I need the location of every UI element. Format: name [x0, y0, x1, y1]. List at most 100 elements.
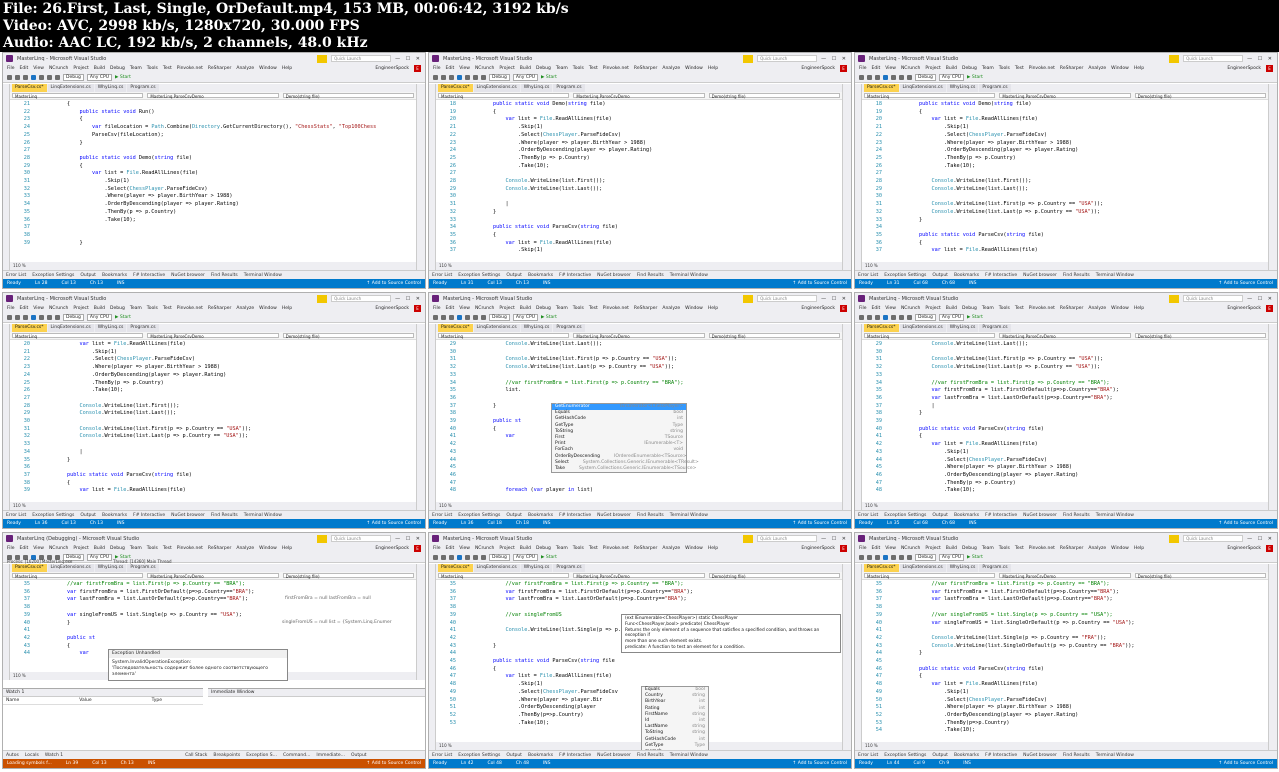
menu-item[interactable]: NCrunch — [49, 66, 68, 71]
right-tool-rail[interactable] — [416, 564, 425, 680]
forward-icon[interactable] — [15, 75, 20, 80]
menu-item[interactable]: Edit — [446, 306, 455, 311]
nav-dropdown[interactable]: MasterLinq — [864, 93, 996, 99]
save-icon[interactable] — [457, 75, 462, 80]
new-file-icon[interactable] — [875, 315, 880, 320]
menu-item[interactable]: Project — [499, 546, 514, 551]
tab-3[interactable]: Program.cs — [127, 564, 159, 572]
menu-item[interactable]: Test — [1015, 66, 1024, 71]
bottom-tab[interactable]: Output — [80, 513, 96, 518]
menu-item[interactable]: Analyze — [1088, 306, 1106, 311]
code-area[interactable]: 18 public static void Demo(string file) 1… — [436, 101, 842, 262]
menu-item[interactable]: Analyze — [236, 66, 254, 71]
zoom-level[interactable]: 110 % — [436, 742, 842, 750]
account-badge[interactable]: E — [414, 65, 421, 72]
gutter[interactable] — [462, 193, 468, 201]
zoom-level[interactable]: 110 % — [862, 262, 1268, 270]
menu-item[interactable]: Window — [685, 306, 703, 311]
menu-item[interactable]: Tools — [999, 66, 1010, 71]
menu-item[interactable]: File — [859, 66, 867, 71]
config-dropdown[interactable]: Debug — [915, 74, 936, 81]
right-tool-rail[interactable] — [1268, 84, 1277, 270]
menu-item[interactable]: Window — [1111, 66, 1129, 71]
completion-item[interactable]: Take System.Collections.Generic.IEnumerab… — [552, 466, 696, 472]
platform-dropdown[interactable]: Any CPU — [512, 554, 538, 561]
menu-item[interactable]: Edit — [872, 66, 881, 71]
save-icon[interactable] — [883, 75, 888, 80]
platform-dropdown[interactable]: Any CPU — [86, 554, 112, 561]
menu-item[interactable]: Test — [163, 66, 172, 71]
start-button[interactable]: ▶ Start — [541, 555, 557, 560]
platform-dropdown[interactable]: Any CPU — [86, 74, 112, 81]
menu-item[interactable]: Build — [946, 546, 957, 551]
menu-item[interactable]: Analyze — [662, 66, 680, 71]
left-tool-rail[interactable] — [855, 564, 862, 750]
bottom-tab[interactable]: Call Stack — [185, 753, 207, 758]
menu-item[interactable]: Team — [130, 306, 142, 311]
save-all-icon[interactable] — [465, 555, 470, 560]
bottom-tab[interactable]: Output — [932, 513, 948, 518]
gutter[interactable] — [462, 620, 468, 628]
bottom-tab[interactable]: Autos — [6, 753, 19, 758]
account-badge[interactable]: E — [840, 65, 847, 72]
gutter[interactable] — [888, 658, 894, 666]
menu-item[interactable]: Tools — [573, 546, 584, 551]
menu-item[interactable]: Pinvoke.net — [177, 546, 203, 551]
menu-item[interactable]: Tools — [147, 306, 158, 311]
redo-icon[interactable] — [907, 555, 912, 560]
tab-0[interactable]: ParseCsv.cs* — [12, 324, 47, 332]
menu-item[interactable]: Debug — [536, 546, 551, 551]
tab-1[interactable]: LinqExtensions.cs — [47, 84, 94, 92]
bottom-tab[interactable]: Exception Settings — [884, 273, 926, 278]
right-tool-rail[interactable] — [842, 84, 851, 270]
gutter[interactable] — [888, 349, 894, 357]
gutter[interactable] — [36, 232, 42, 240]
menu-item[interactable]: Test — [163, 306, 172, 311]
bottom-tab[interactable]: Find Results — [1063, 273, 1090, 278]
save-all-icon[interactable] — [891, 75, 896, 80]
tab-0[interactable]: ParseCsv.cs* — [864, 324, 899, 332]
config-dropdown[interactable]: Debug — [489, 554, 510, 561]
menu-item[interactable]: Tools — [573, 66, 584, 71]
code-area[interactable]: 35 //var firstFromBra = list.First(p => … — [436, 581, 842, 742]
forward-icon[interactable] — [441, 315, 446, 320]
tab-0[interactable]: ParseCsv.cs* — [864, 84, 899, 92]
bottom-tab[interactable]: Exception Settings — [884, 513, 926, 518]
source-control[interactable]: ↑ Add to Source Control — [1219, 281, 1273, 286]
zoom-level[interactable]: 110 % — [862, 742, 1268, 750]
quick-launch-input[interactable]: Quick Launch — [1183, 55, 1244, 62]
right-tool-rail[interactable] — [416, 324, 425, 510]
tab-2[interactable]: WhyLinq.cs — [520, 84, 553, 92]
config-dropdown[interactable]: Debug — [915, 314, 936, 321]
config-dropdown[interactable]: Debug — [915, 554, 936, 561]
bottom-tab[interactable]: Output — [351, 753, 367, 758]
undo-icon[interactable] — [473, 75, 478, 80]
bottom-tab[interactable]: Error List — [6, 513, 26, 518]
menu-item[interactable]: ReSharper — [634, 546, 657, 551]
back-icon[interactable] — [859, 555, 864, 560]
save-all-icon[interactable] — [39, 315, 44, 320]
menu-item[interactable]: Pinvoke.net — [177, 306, 203, 311]
quick-launch-input[interactable]: Quick Launch — [1183, 535, 1244, 542]
platform-dropdown[interactable]: Any CPU — [938, 314, 964, 321]
platform-dropdown[interactable]: Any CPU — [512, 74, 538, 81]
quick-launch-input[interactable]: Quick Launch — [331, 535, 392, 542]
menu-item[interactable]: Help — [708, 306, 718, 311]
user-name[interactable]: EngineerSpock — [375, 306, 409, 311]
bottom-tab[interactable]: Bookmarks — [102, 513, 127, 518]
platform-dropdown[interactable]: Any CPU — [938, 74, 964, 81]
gutter[interactable] — [888, 418, 894, 426]
user-name[interactable]: EngineerSpock — [801, 546, 835, 551]
code-area[interactable]: 20 var list = File .ReadAllLines(file) 21 … — [10, 341, 416, 502]
filter-icon[interactable] — [743, 54, 754, 63]
gutter[interactable] — [462, 457, 468, 465]
menu-item[interactable]: Project — [73, 546, 88, 551]
menu-item[interactable]: NCrunch — [49, 306, 68, 311]
new-file-icon[interactable] — [449, 75, 454, 80]
bottom-tab[interactable]: NuGet browser — [171, 513, 205, 518]
account-badge[interactable]: E — [1266, 65, 1273, 72]
bottom-tab[interactable]: Exception S... — [246, 753, 277, 758]
tab-0[interactable]: ParseCsv.cs* — [438, 324, 473, 332]
bottom-tab[interactable]: Error List — [6, 273, 26, 278]
bottom-tab[interactable]: F# Interactive — [133, 273, 165, 278]
